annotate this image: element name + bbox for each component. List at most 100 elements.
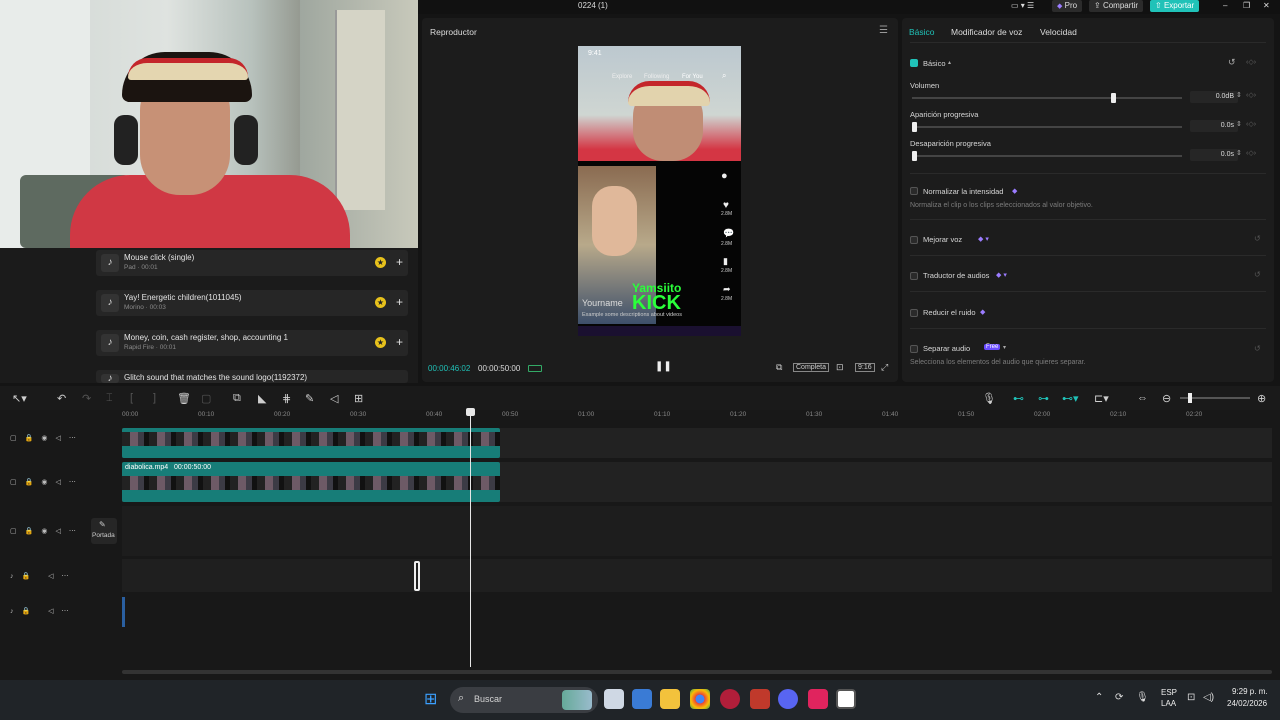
favorite-icon[interactable]: ★ <box>375 297 386 308</box>
video-preview[interactable]: 9:41 Explore Following For You ⌕ Yamsiit… <box>578 46 741 336</box>
volume-icon[interactable]: ◁) <box>1203 692 1214 703</box>
track-controls[interactable]: ▢🔒◉◁⋯ <box>10 434 84 442</box>
tab-voice-changer[interactable]: Modificador de voz <box>951 27 1022 37</box>
add-icon[interactable]: + <box>396 255 403 269</box>
chevron-up-icon[interactable]: ▴ <box>948 59 951 66</box>
layout-icon[interactable]: ▭ ▾ ☰ <box>1006 0 1039 12</box>
enhance-checkbox[interactable] <box>910 236 918 244</box>
quality-button[interactable]: Completa <box>793 363 829 372</box>
chevron-down-icon[interactable]: ▾ <box>1003 344 1006 351</box>
fullscreen-icon[interactable]: ⤢ <box>881 362 888 373</box>
zoom-slider[interactable] <box>1180 393 1250 403</box>
separate-checkbox[interactable] <box>910 345 918 353</box>
tab-basic[interactable]: Básico <box>909 27 935 37</box>
playhead[interactable] <box>466 408 475 667</box>
keyboard-layout[interactable]: LAA <box>1161 699 1176 708</box>
media-item[interactable]: ♪ Yay! Energetic children(1011045) Morin… <box>96 290 408 316</box>
add-icon[interactable]: + <box>396 335 403 349</box>
audio-clip[interactable] <box>414 561 420 591</box>
timeline-scrollbar[interactable] <box>122 670 1272 674</box>
media-item[interactable]: ♪ Mouse click (single) Pad · 00:01 ★ + <box>96 250 408 276</box>
zoom-out-icon[interactable]: ⊖ <box>1162 392 1171 405</box>
tab-speed[interactable]: Velocidad <box>1040 27 1077 37</box>
stepper-icon[interactable]: ⇕ <box>1236 149 1242 157</box>
split-icon[interactable]: ⌶ <box>106 392 113 405</box>
keyframe-icon[interactable]: ‹◇› <box>1246 58 1256 66</box>
taskbar-search[interactable]: ⌕ Buscar <box>450 687 598 713</box>
app-icon[interactable] <box>750 689 770 709</box>
clock-date[interactable]: 24/02/2026 <box>1227 699 1267 708</box>
keyframe-icon[interactable]: ‹◇› <box>1246 149 1256 157</box>
fit-icon[interactable]: ⇔ <box>1137 392 1148 404</box>
adjust-icon[interactable]: ⋕ <box>282 392 291 405</box>
reset-icon[interactable]: ↺ <box>1254 270 1261 279</box>
fadein-value[interactable]: 0.0s <box>1190 120 1238 132</box>
mic-icon[interactable]: 🎙 <box>1136 692 1149 703</box>
undo-icon[interactable]: ↶ <box>57 392 66 405</box>
snap-icon[interactable]: ⊶ <box>1038 392 1049 405</box>
link-icon[interactable]: ⊷ <box>1013 392 1024 405</box>
translator-checkbox[interactable] <box>910 272 918 280</box>
opera-icon[interactable] <box>720 689 740 709</box>
volume-slider[interactable] <box>912 93 1182 103</box>
reset-icon[interactable]: ↺ <box>1254 234 1261 243</box>
language-code[interactable]: ESP <box>1161 688 1177 697</box>
preview-axis-icon[interactable]: ⊷▾ <box>1062 392 1079 405</box>
keyframe-icon[interactable]: ‹◇› <box>1246 91 1256 99</box>
media-item[interactable]: ♪ Glitch sound that matches the sound lo… <box>96 370 408 384</box>
audio-clip[interactable] <box>122 597 125 627</box>
wifi-icon[interactable]: ⊡ <box>1187 692 1195 703</box>
basic-checkbox[interactable] <box>910 59 918 67</box>
capcut-icon[interactable] <box>836 689 856 709</box>
keyframe-icon[interactable]: ‹◇› <box>1246 120 1256 128</box>
reset-icon[interactable]: ↺ <box>1228 57 1236 68</box>
reset-icon[interactable]: ↺ <box>1254 344 1261 353</box>
redo-icon[interactable]: ↷ <box>82 392 91 405</box>
track-controls[interactable]: ♪🔒 ◁⋯ <box>10 607 77 615</box>
chrome-icon[interactable] <box>690 689 710 709</box>
split-view-icon[interactable]: ⊏▾ <box>1094 392 1109 405</box>
app-icon[interactable] <box>808 689 828 709</box>
audio-icon[interactable]: ◁ <box>330 392 338 405</box>
share-button[interactable]: ⇪ Compartir <box>1089 0 1144 12</box>
fadein-slider[interactable] <box>912 122 1182 132</box>
track-controls[interactable]: ▢🔒◉◁⋯ <box>10 527 84 535</box>
crop-icon[interactable]: ⊞ <box>354 392 363 405</box>
export-button[interactable]: ⇧ Exportar <box>1150 0 1200 12</box>
mask-icon[interactable]: ▢ <box>201 392 211 405</box>
file-explorer-icon[interactable] <box>660 689 680 709</box>
marker-icon[interactable]: ◣ <box>258 392 266 405</box>
split-right-icon[interactable]: ] <box>153 392 156 404</box>
store-icon[interactable] <box>632 689 652 709</box>
pro-button[interactable]: ◆ Pro <box>1052 0 1083 12</box>
discord-icon[interactable] <box>778 689 798 709</box>
normalize-checkbox[interactable] <box>910 187 918 195</box>
clock-time[interactable]: 9:29 p. m. <box>1232 687 1268 696</box>
screenshot-icon[interactable]: ⊡ <box>836 362 844 373</box>
task-view-icon[interactable] <box>604 689 624 709</box>
pause-button[interactable]: ❚❚ <box>655 361 672 372</box>
media-item[interactable]: ♪ Money, coin, cash register, shop, acco… <box>96 330 408 356</box>
favorite-icon[interactable]: ★ <box>375 337 386 348</box>
close-icon[interactable]: ✕ <box>1258 0 1275 12</box>
crop-icon[interactable]: ⧉ <box>776 362 782 373</box>
fadeout-value[interactable]: 0.0s <box>1190 149 1238 161</box>
ratio-button[interactable]: 9:16 <box>855 363 875 372</box>
split-left-icon[interactable]: [ <box>130 392 133 404</box>
track-controls[interactable]: ▢🔒◉◁⋯ <box>10 478 84 486</box>
track-controls[interactable]: ♪🔒 ◁⋯ <box>10 572 77 580</box>
effect-icon[interactable]: ✎ <box>305 392 314 405</box>
select-tool-icon[interactable]: ↖▾ <box>12 392 27 405</box>
stepper-icon[interactable]: ⇕ <box>1236 91 1242 99</box>
cover-button[interactable]: ✎ Portada <box>91 518 117 544</box>
favorite-icon[interactable]: ★ <box>375 257 386 268</box>
maximize-icon[interactable]: ❐ <box>1238 0 1255 12</box>
volume-value[interactable]: 0.0dB <box>1190 91 1238 103</box>
fadeout-slider[interactable] <box>912 151 1182 161</box>
tray-icon[interactable]: ⟳ <box>1115 692 1123 703</box>
windows-start-icon[interactable]: ⊞ <box>424 689 437 709</box>
chevron-up-icon[interactable]: ⌃ <box>1095 692 1103 703</box>
main-video-clip[interactable]: diabolica.mp4 00:00:50:00 <box>122 462 500 502</box>
minimize-icon[interactable]: – <box>1218 0 1232 12</box>
delete-icon[interactable]: 🗑 <box>177 392 191 405</box>
